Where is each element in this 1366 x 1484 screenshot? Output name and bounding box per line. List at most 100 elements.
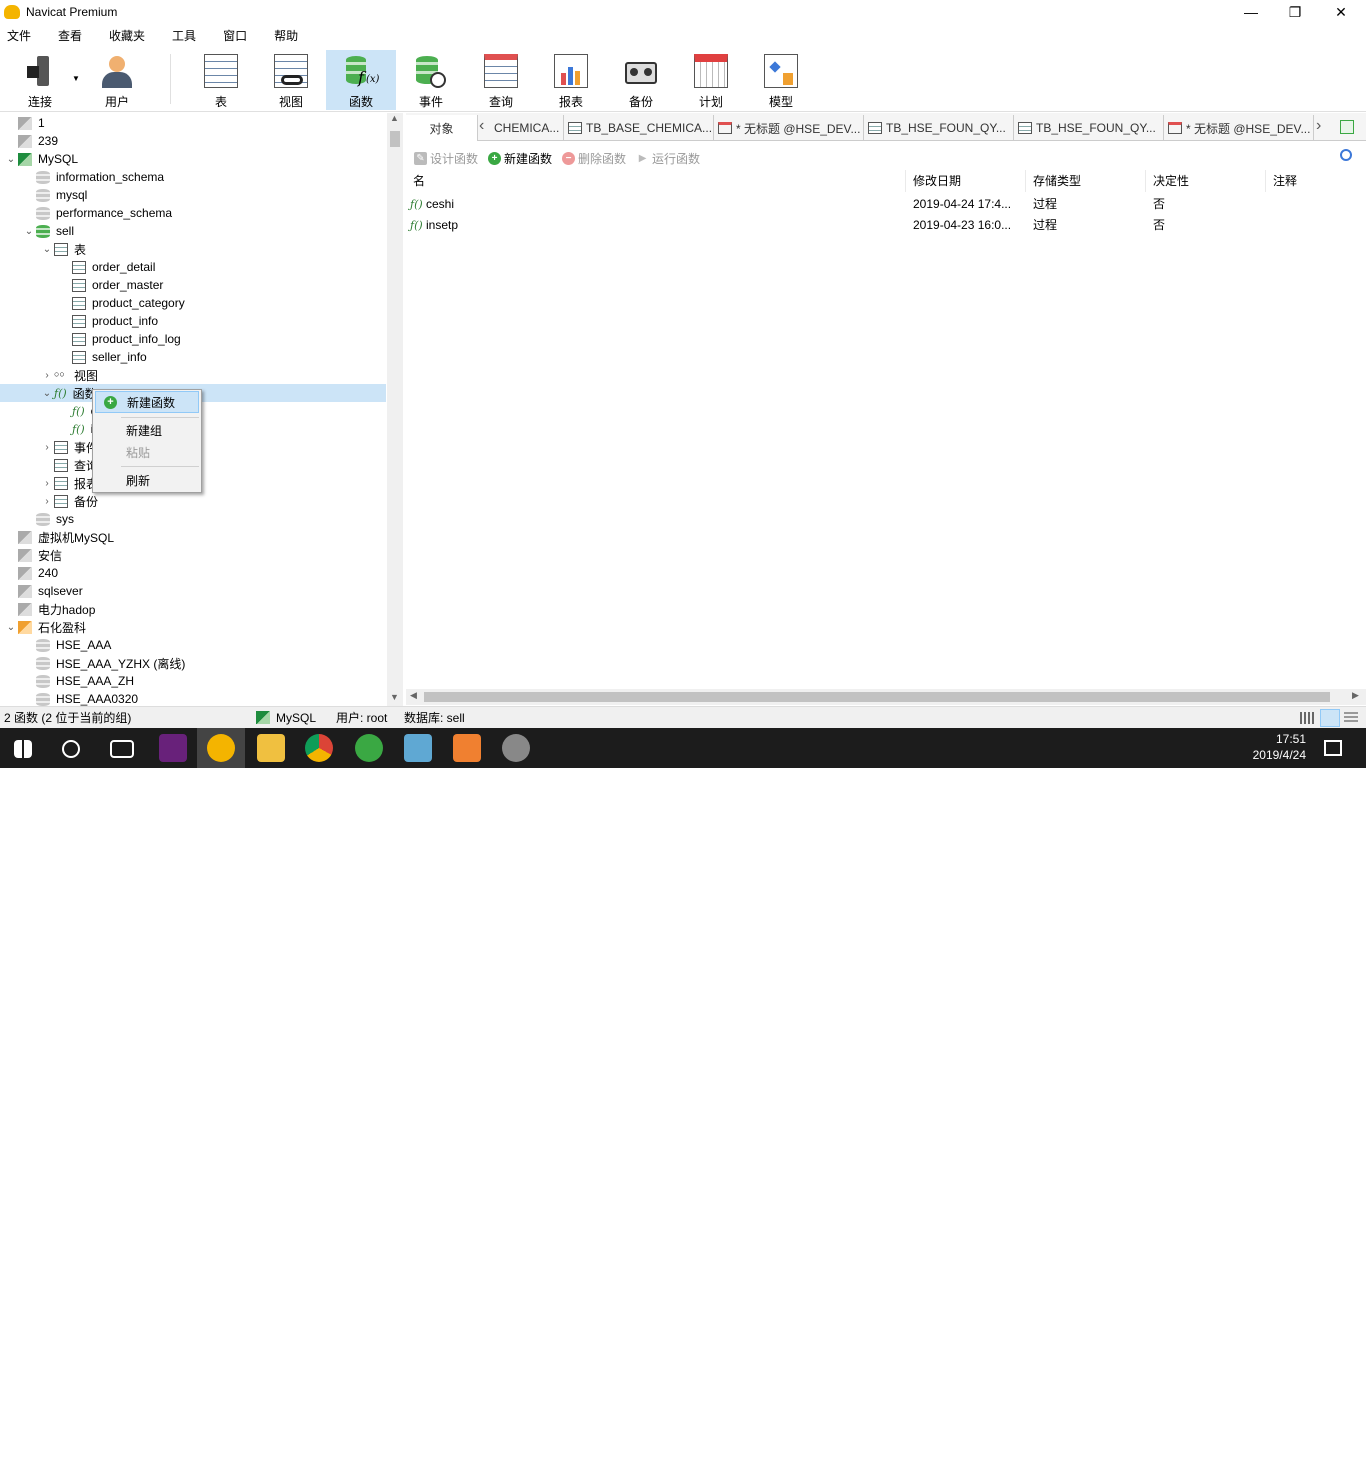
expand-toggle-icon[interactable]: ⌄	[22, 226, 36, 237]
scroll-left-icon[interactable]: ◀	[410, 690, 417, 701]
tree-item[interactable]: seller_info	[0, 348, 386, 366]
tree-item[interactable]: ⌄ 石化盈科	[0, 618, 386, 636]
tab-objects[interactable]: 对象	[406, 115, 478, 141]
new-function-button[interactable]: + 新建函数	[488, 150, 552, 167]
toolbar-table-button[interactable]: 表	[187, 50, 255, 110]
connect-dropdown-icon[interactable]: ▼	[72, 74, 80, 83]
tree-item[interactable]: information_schema	[0, 168, 386, 186]
tab-tb-hse-foun-qy-1[interactable]: TB_HSE_FOUN_QY...	[864, 115, 1014, 141]
cortana-icon[interactable]	[62, 740, 80, 758]
toolbar-query-button[interactable]: 查询	[467, 50, 535, 110]
grid-view-icon[interactable]	[1300, 712, 1314, 724]
column-storage-type[interactable]: 存储类型	[1026, 170, 1146, 192]
tab-untitled-query-1[interactable]: * 无标题 @HSE_DEV...	[714, 115, 864, 141]
toolbar-user-button[interactable]: 用户	[83, 50, 151, 110]
expand-toggle-icon[interactable]: ⌄	[40, 244, 54, 255]
close-button[interactable]: ✕	[1318, 0, 1364, 24]
tab-tb-hse-foun-qy-2[interactable]: TB_HSE_FOUN_QY...	[1014, 115, 1164, 141]
chrome-icon[interactable]	[305, 734, 333, 762]
pdf-icon[interactable]	[453, 734, 481, 762]
new-tab-icon[interactable]	[1340, 120, 1354, 134]
tree-item[interactable]: sqlsever	[0, 582, 386, 600]
expand-toggle-icon[interactable]: ›	[40, 442, 54, 453]
grid-scrollbar-thumb[interactable]	[424, 692, 1330, 702]
column-comment[interactable]: 注释	[1266, 170, 1366, 192]
tree-scrollbar-thumb[interactable]	[390, 131, 400, 147]
expand-toggle-icon[interactable]: ›	[40, 496, 54, 507]
column-name[interactable]: 名	[406, 170, 906, 192]
menu-window[interactable]: 窗口	[213, 27, 257, 44]
menu-view[interactable]: 查看	[48, 27, 92, 44]
tree-item[interactable]: 虚拟机MySQL	[0, 528, 386, 546]
menu-tools[interactable]: 工具	[162, 27, 206, 44]
toolbar-view-button[interactable]: 视图	[257, 50, 325, 110]
ctx-new-group[interactable]: 新建组	[95, 419, 199, 441]
tree-item[interactable]: HSE_AAA_ZH	[0, 672, 386, 690]
table-row[interactable]: ƒ() insetp 2019-04-23 16:0... 过程 否	[406, 215, 1366, 236]
table-row[interactable]: ƒ() ceshi 2019-04-24 17:4... 过程 否	[406, 194, 1366, 215]
tree-item[interactable]: 安信	[0, 546, 386, 564]
expand-toggle-icon[interactable]: ⌄	[4, 622, 18, 633]
navicat-taskbar-icon[interactable]	[207, 734, 235, 762]
ctx-paste[interactable]: 粘贴	[95, 441, 199, 463]
tree-item[interactable]: performance_schema	[0, 204, 386, 222]
system-clock[interactable]: 17:51 2019/4/24	[1253, 731, 1306, 763]
toolbar-model-button[interactable]: 模型	[747, 50, 815, 110]
tree-item[interactable]: 电力hadop	[0, 600, 386, 618]
file-explorer-icon[interactable]	[257, 734, 285, 762]
tool-icon[interactable]	[502, 734, 530, 762]
toolbar-report-button[interactable]: 报表	[537, 50, 605, 110]
tab-untitled-query-2[interactable]: * 无标题 @HSE_DEV...	[1164, 115, 1314, 141]
toolbar-connect-button[interactable]: 连接	[6, 50, 74, 110]
expand-toggle-icon[interactable]: ›	[40, 370, 54, 381]
tree-item[interactable]: HSE_AAA	[0, 636, 386, 654]
design-function-button[interactable]: ✎ 设计函数	[414, 150, 478, 167]
ctx-refresh[interactable]: 刷新	[95, 469, 199, 491]
scroll-right-icon[interactable]: ▶	[1352, 690, 1359, 701]
menu-help[interactable]: 帮助	[264, 27, 308, 44]
tree-item[interactable]: order_master	[0, 276, 386, 294]
task-view-icon[interactable]	[110, 740, 134, 758]
tab-scroll-right-icon[interactable]: ›	[1316, 117, 1321, 135]
tree-item[interactable]: ⌄ 表	[0, 240, 386, 258]
run-function-button[interactable]: ▶ 运行函数	[636, 150, 700, 167]
tree-item[interactable]: HSE_AAA0320	[0, 690, 386, 706]
tree-item[interactable]: product_info_log	[0, 330, 386, 348]
browser-icon[interactable]	[355, 734, 383, 762]
tree-item[interactable]: sys	[0, 510, 386, 528]
tree-item[interactable]: product_info	[0, 312, 386, 330]
tree-item[interactable]: 239	[0, 132, 386, 150]
tree-item[interactable]: HSE_AAA_YZHX (离线)	[0, 654, 386, 672]
tree-item[interactable]: product_category	[0, 294, 386, 312]
delete-function-button[interactable]: − 删除函数	[562, 150, 626, 167]
scroll-up-icon[interactable]: ▲	[390, 113, 399, 123]
tree-scrollbar[interactable]	[387, 113, 403, 706]
menu-favorites[interactable]: 收藏夹	[99, 27, 155, 44]
tree-item[interactable]: mysql	[0, 186, 386, 204]
maximize-button[interactable]: ❐	[1272, 0, 1318, 24]
scroll-down-icon[interactable]: ▼	[390, 692, 399, 702]
list-view-icon[interactable]	[1320, 709, 1340, 727]
expand-toggle-icon[interactable]: ›	[40, 478, 54, 489]
tree-item[interactable]: 240	[0, 564, 386, 582]
expand-toggle-icon[interactable]: ⌄	[40, 388, 54, 399]
tree-item[interactable]: › ○○ 视图	[0, 366, 386, 384]
toolbar-function-button[interactable]: f (x) 函数	[326, 50, 396, 110]
column-modified[interactable]: 修改日期	[906, 170, 1026, 192]
tab-scroll-left-icon[interactable]: ‹	[479, 117, 484, 135]
app-icon[interactable]	[404, 734, 432, 762]
detail-view-icon[interactable]	[1344, 712, 1358, 724]
ctx-new-function[interactable]: + 新建函数	[95, 391, 199, 413]
notification-icon[interactable]	[1324, 740, 1342, 756]
minimize-button[interactable]: —	[1228, 0, 1274, 24]
toolbar-backup-button[interactable]: 备份	[607, 50, 675, 110]
visual-studio-icon[interactable]	[159, 734, 187, 762]
toolbar-event-button[interactable]: 事件	[397, 50, 465, 110]
search-icon[interactable]	[1340, 149, 1352, 161]
expand-toggle-icon[interactable]: ⌄	[4, 154, 18, 165]
tree-item[interactable]: ⌄ MySQL	[0, 150, 386, 168]
column-deterministic[interactable]: 决定性	[1146, 170, 1266, 192]
toolbar-schedule-button[interactable]: 计划	[677, 50, 745, 110]
tree-item[interactable]: › 备份	[0, 492, 386, 510]
tab-tb-base-chemica[interactable]: TB_BASE_CHEMICA...	[564, 115, 714, 141]
